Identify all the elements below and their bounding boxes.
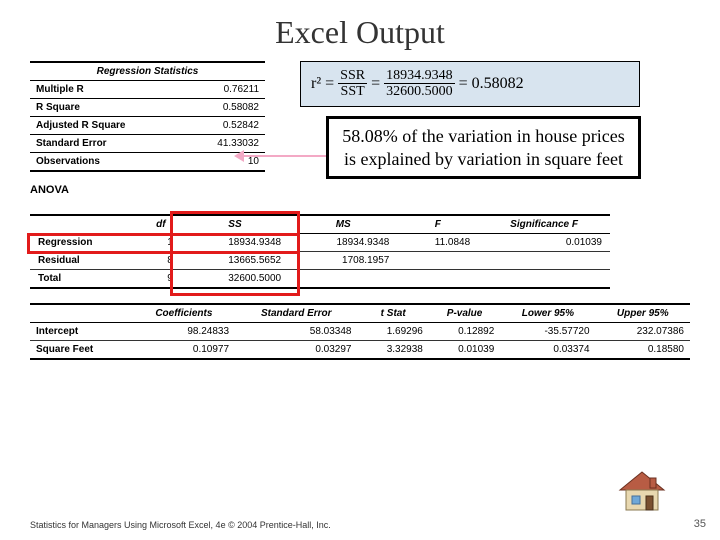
equals-icon: = [325,75,334,93]
coef-hdr: Upper 95% [596,304,690,323]
reg-stat-val: 0.76211 [184,81,265,99]
anova-hdr: F [397,215,478,234]
anova-cell: 9 [141,270,181,289]
page-title: Excel Output [0,0,720,61]
anova-hdr: MS [289,215,397,234]
coef-hdr: Coefficients [133,304,235,323]
r-squared-formula: r² = SSR SST = 18934.9348 32600.5000 = 0… [300,61,640,107]
coef-cell: Intercept [30,323,133,341]
anova-cell [478,252,610,270]
coef-cell: 0.01039 [429,341,500,360]
coef-cell: 3.32938 [357,341,428,360]
anova-title: ANOVA [30,184,690,196]
frac-den: 32600.5000 [384,84,455,99]
anova-cell: 8 [141,252,181,270]
table-row: Square Feet 0.10977 0.03297 3.32938 0.01… [30,341,690,360]
table-row: Residual 8 13665.5652 1708.1957 [30,252,610,270]
reg-stat-val: 41.33032 [184,135,265,153]
table-row: Regression 1 18934.9348 18934.9348 11.08… [30,234,610,252]
anova-cell [397,270,478,289]
coef-cell: 1.69296 [357,323,428,341]
reg-stat-label: Observations [30,153,184,172]
anova-cell: 18934.9348 [289,234,397,252]
anova-table: df SS MS F Significance F Regression 1 1… [30,214,610,289]
coef-cell: -35.57720 [500,323,595,341]
reg-stat-label: R Square [30,99,184,117]
anova-hdr: df [141,215,181,234]
coef-cell: Square Feet [30,341,133,360]
fraction-ssr-sst: SSR SST [338,68,367,100]
anova-cell: Total [30,270,141,289]
anova-cell: 13665.5652 [181,252,289,270]
coef-cell: 0.10977 [133,341,235,360]
coef-cell: 0.18580 [596,341,690,360]
anova-cell: 0.01039 [478,234,610,252]
anova-cell: 18934.9348 [181,234,289,252]
equals-icon: = [459,75,468,93]
coef-cell: 58.03348 [235,323,357,341]
reg-stats-header: Regression Statistics [30,62,265,81]
coef-cell: 232.07386 [596,323,690,341]
coef-hdr: t Stat [357,304,428,323]
anova-cell [478,270,610,289]
anova-cell: Regression [30,234,141,252]
reg-stat-label: Standard Error [30,135,184,153]
anova-hdr: SS [181,215,289,234]
content-area: Regression Statistics Multiple R0.76211 … [0,61,720,360]
table-row: Total 9 32600.5000 [30,270,610,289]
anova-cell: 1 [141,234,181,252]
anova-cell [397,252,478,270]
coef-hdr: P-value [429,304,500,323]
fraction-values: 18934.9348 32600.5000 [384,68,455,100]
formula-result: 0.58082 [472,75,524,93]
frac-num: SSR [338,68,367,84]
anova-cell: 32600.5000 [181,270,289,289]
reg-stat-val: 0.52842 [184,117,265,135]
formula-lhs: r² [311,75,321,93]
coef-cell: 0.03374 [500,341,595,360]
reg-stat-label: Multiple R [30,81,184,99]
coef-hdr [30,304,133,323]
house-icon [612,466,672,514]
coef-cell: 0.12892 [429,323,500,341]
anova-cell: 1708.1957 [289,252,397,270]
coef-cell: 0.03297 [235,341,357,360]
reg-stat-val: 0.58082 [184,99,265,117]
coefficients-table: Coefficients Standard Error t Stat P-val… [30,303,690,360]
equals-icon: = [371,75,380,93]
anova-cell: Residual [30,252,141,270]
page-number: 35 [694,518,706,530]
footer-text: Statistics for Managers Using Microsoft … [30,520,331,530]
coef-hdr: Lower 95% [500,304,595,323]
table-row: Intercept 98.24833 58.03348 1.69296 0.12… [30,323,690,341]
coef-cell: 98.24833 [133,323,235,341]
anova-hdr [30,215,141,234]
frac-den: SST [338,84,367,99]
anova-hdr: Significance F [478,215,610,234]
anova-cell: 11.0848 [397,234,478,252]
callout-arrow-icon [242,155,327,157]
frac-num: 18934.9348 [384,68,455,84]
coef-hdr: Standard Error [235,304,357,323]
reg-stat-label: Adjusted R Square [30,117,184,135]
regression-stats-table: Regression Statistics Multiple R0.76211 … [30,61,265,172]
interpretation-callout: 58.08% of the variation in house prices … [326,116,641,179]
anova-cell [289,270,397,289]
